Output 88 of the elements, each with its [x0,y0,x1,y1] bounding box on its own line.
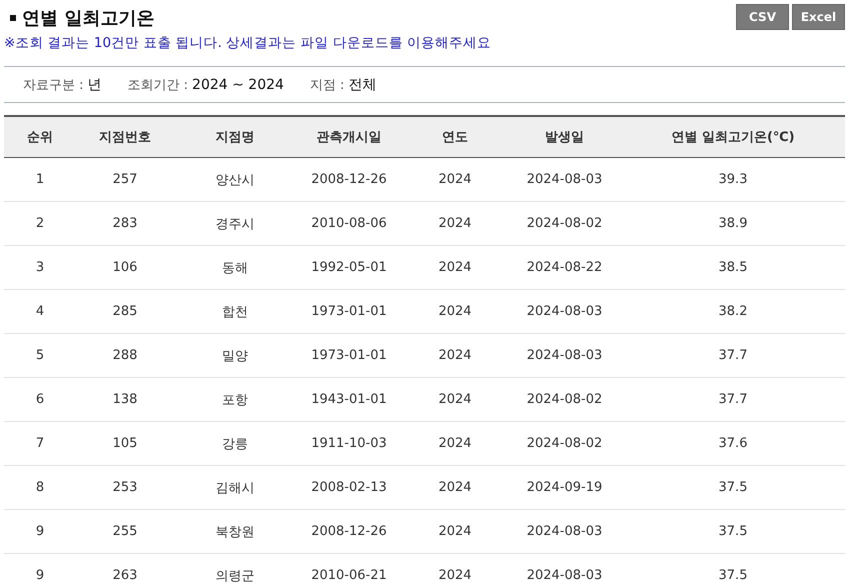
table-cell: 포항 [174,378,296,422]
table-cell: 8 [4,466,76,510]
filter-value: 2024 ~ 2024 [192,77,284,93]
table-cell: 37.6 [621,422,845,466]
table-cell: 255 [76,510,174,554]
table-cell: 39.3 [621,158,845,202]
table-cell: 38.2 [621,290,845,334]
table-cell: 2024 [402,554,508,587]
column-header: 순위 [4,116,76,158]
table-cell: 2024 [402,202,508,246]
filter-value: 년 [88,76,102,94]
table-cell: 2 [4,202,76,246]
table-cell: 2024 [402,466,508,510]
table-cell: 37.5 [621,466,845,510]
table-cell: 2024-08-03 [508,554,621,587]
table-cell: 2024 [402,158,508,202]
table-cell: 2010-08-06 [296,202,402,246]
column-header: 연별 일최고기온(℃) [621,116,845,158]
table-cell: 2024 [402,510,508,554]
notice-text: ※조회 결과는 10건만 표출 됩니다. 상세결과는 파일 다운로드를 이용해주세요 [4,34,492,52]
column-header: 지점번호 [76,116,174,158]
table-cell: 2008-12-26 [296,158,402,202]
table-cell: 2024 [402,246,508,290]
table-cell: 1992-05-01 [296,246,402,290]
table-cell: 2024-08-03 [508,334,621,378]
table-cell: 밀양 [174,334,296,378]
table-cell: 4 [4,290,76,334]
table-cell: 2008-12-26 [296,510,402,554]
table-cell: 2024 [402,334,508,378]
table-cell: 285 [76,290,174,334]
filter-label: 자료구분 : [23,77,84,94]
table-cell: 263 [76,554,174,587]
table-cell: 253 [76,466,174,510]
table-cell: 9 [4,554,76,587]
table-cell: 1973-01-01 [296,290,402,334]
table-cell: 합천 [174,290,296,334]
page-title: 연별 일최고기온 [22,7,154,30]
table-cell: 288 [76,334,174,378]
filter-value: 전체 [348,76,376,94]
table-cell: 1973-01-01 [296,334,402,378]
download-button[interactable]: CSV [736,4,789,30]
table-cell: 2024-08-22 [508,246,621,290]
table-cell: 강릉 [174,422,296,466]
table-cell: 257 [76,158,174,202]
table-cell: 3 [4,246,76,290]
table-cell: 의령군 [174,554,296,587]
column-header: 지점명 [174,116,296,158]
table-cell: 1911-10-03 [296,422,402,466]
table-cell: 9 [4,510,76,554]
table-cell: 2024-08-03 [508,290,621,334]
table-cell: 105 [76,422,174,466]
table-cell: 2024 [402,422,508,466]
bullet-icon [10,15,16,21]
filter-label: 조회기간 : [128,77,188,94]
table-cell: 2024-08-03 [508,510,621,554]
table-cell: 2024-08-02 [508,422,621,466]
table-cell: 2008-02-13 [296,466,402,510]
download-button[interactable]: Excel [792,4,845,30]
table-cell: 2024 [402,378,508,422]
table-cell: 북창원 [174,510,296,554]
table-cell: 1943-01-01 [296,378,402,422]
table-cell: 37.7 [621,378,845,422]
table-cell: 1 [4,158,76,202]
table-cell: 2024-09-19 [508,466,621,510]
table-cell: 106 [76,246,174,290]
table-cell: 양산시 [174,158,296,202]
table-cell: 2024-08-02 [508,202,621,246]
table-cell: 2024-08-02 [508,378,621,422]
table-cell: 37.7 [621,334,845,378]
table-cell: 38.5 [621,246,845,290]
column-header: 발생일 [508,116,621,158]
table-cell: 38.9 [621,202,845,246]
filter-label: 지점 : [310,77,344,94]
table-cell: 2024-08-03 [508,158,621,202]
table-cell: 283 [76,202,174,246]
column-header: 연도 [402,116,508,158]
table-cell: 2010-06-21 [296,554,402,587]
table-cell: 2024 [402,290,508,334]
table-cell: 7 [4,422,76,466]
table-cell: 동해 [174,246,296,290]
table-cell: 138 [76,378,174,422]
table-cell: 37.5 [621,554,845,587]
column-header: 관측개시일 [296,116,402,158]
table-cell: 경주시 [174,202,296,246]
table-cell: 김해시 [174,466,296,510]
table-cell: 5 [4,334,76,378]
table-cell: 6 [4,378,76,422]
table-cell: 37.5 [621,510,845,554]
